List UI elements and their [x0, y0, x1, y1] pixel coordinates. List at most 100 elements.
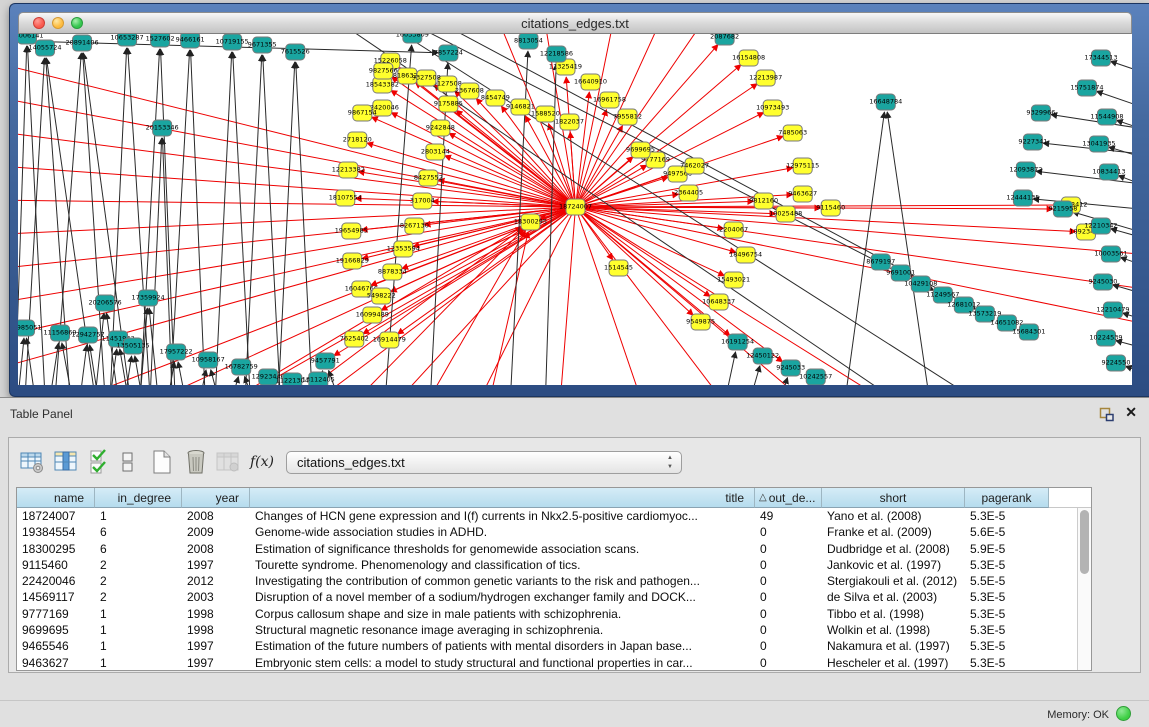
- delete-column-icon[interactable]: [213, 448, 243, 476]
- table-row[interactable]: 911546021997Tourette syndrome. Phenomeno…: [17, 557, 1091, 573]
- graph-node[interactable]: 15751874: [1070, 80, 1103, 96]
- table-cell: 2008: [182, 541, 250, 557]
- graph-edge: [26, 338, 35, 385]
- graph-node[interactable]: 8813054: [514, 34, 543, 49]
- graph-node[interactable]: 10003561: [1094, 246, 1127, 262]
- graph-node[interactable]: 9224550: [1102, 355, 1131, 371]
- table-cell: 5.3E-5: [965, 508, 1049, 524]
- graph-node[interactable]: 12975115: [786, 158, 819, 174]
- table-row[interactable]: 1938455462009Genome-wide association stu…: [17, 524, 1091, 540]
- graph-node[interactable]: 2087682: [710, 34, 739, 45]
- delete-table-icon[interactable]: [181, 448, 211, 476]
- graph-node[interactable]: 10224539: [1089, 330, 1122, 346]
- column-header-name[interactable]: name: [17, 488, 95, 508]
- graph-node[interactable]: 7485063: [778, 125, 807, 141]
- graph-node[interactable]: 10648337: [702, 294, 735, 310]
- table-cell: 9465546: [17, 638, 95, 654]
- column-header-in-degree[interactable]: in_degree: [95, 488, 182, 508]
- graph-node[interactable]: 17957222: [160, 344, 193, 360]
- close-panel-icon[interactable]: ✕: [1125, 404, 1137, 421]
- graph-node[interactable]: 16154808: [732, 50, 765, 66]
- graph-node[interactable]: 2718120: [343, 132, 372, 148]
- table-row[interactable]: 969969511998Structural magnetic resonanc…: [17, 622, 1091, 638]
- table-row[interactable]: 1456911722003Disruption of a novel membe…: [17, 589, 1091, 605]
- table-cell: 1998: [182, 606, 250, 622]
- unselect-rows-icon[interactable]: [117, 448, 139, 476]
- table-settings-icon[interactable]: [17, 448, 47, 476]
- graph-node[interactable]: 12942757: [72, 327, 105, 343]
- graph-node[interactable]: 10834413: [1092, 164, 1125, 180]
- table-scrollbar[interactable]: [1077, 508, 1091, 670]
- graph-node[interactable]: 20153346: [146, 120, 179, 136]
- graph-node[interactable]: 1514545: [604, 260, 633, 276]
- table-cell: 0: [755, 622, 822, 638]
- graph-node[interactable]: 14651082: [990, 315, 1023, 331]
- table-cell: 9463627: [17, 655, 95, 670]
- graph-node[interactable]: 10958167: [192, 352, 225, 368]
- graph-edge: [751, 366, 760, 385]
- graph-node[interactable]: 13041935: [1082, 136, 1115, 152]
- scrollbar-thumb[interactable]: [1080, 510, 1089, 574]
- graph-node[interactable]: 9671355: [248, 37, 277, 53]
- graph-node[interactable]: 16033809: [396, 34, 429, 43]
- graph-node[interactable]: 8878334: [378, 264, 407, 280]
- select-all-icon[interactable]: [85, 448, 115, 476]
- graph-node[interactable]: 16648784: [869, 94, 902, 110]
- graph-node[interactable]: 9227341: [1018, 134, 1047, 150]
- graph-node[interactable]: 12210479: [1096, 302, 1129, 318]
- graph-node[interactable]: 9329966: [1026, 105, 1055, 121]
- graph-node[interactable]: 9146821: [506, 99, 535, 115]
- network-window-titlebar[interactable]: citations_edges.txt: [18, 12, 1132, 34]
- table-row[interactable]: 977716911998Corpus callosum shape and si…: [17, 606, 1091, 622]
- graph-node[interactable]: 17359924: [132, 290, 165, 306]
- column-header-title[interactable]: title: [250, 488, 755, 508]
- column-header-short[interactable]: short: [822, 488, 965, 508]
- float-panel-icon[interactable]: [1099, 407, 1115, 422]
- table-cell: Tibbo et al. (1998): [822, 606, 965, 622]
- graph-node[interactable]: 2367608: [455, 83, 484, 99]
- column-header-pagerank[interactable]: pagerank: [965, 488, 1049, 508]
- graph-node[interactable]: 19654985: [335, 223, 368, 239]
- table-row[interactable]: 1830029562008Estimation of significance …: [17, 541, 1091, 557]
- graph-edge: [1125, 366, 1132, 375]
- graph-node[interactable]: 8454749: [481, 90, 510, 106]
- graph-node[interactable]: 317004: [410, 193, 435, 209]
- column-header-year[interactable]: year: [182, 488, 250, 508]
- table-cell: 0: [755, 606, 822, 622]
- table-row[interactable]: 1872400712008Changes of HCN gene express…: [17, 508, 1091, 524]
- graph-node[interactable]: 9245033: [776, 360, 805, 376]
- show-column-icon[interactable]: [51, 448, 81, 476]
- graph-edge: [576, 207, 1053, 209]
- table-selector[interactable]: citations_edges.txt ▲▼: [286, 451, 682, 474]
- graph-node[interactable]: 1822037: [555, 114, 584, 130]
- graph-node[interactable]: 2803144: [421, 144, 450, 160]
- graph-node[interactable]: 7615526: [281, 44, 310, 60]
- table-cell: Hescheler et al. (1997): [822, 655, 965, 670]
- table-row[interactable]: 946554611997Estimation of the future num…: [17, 638, 1091, 654]
- table-cell: 1997: [182, 638, 250, 654]
- function-builder-icon[interactable]: f(x): [247, 448, 277, 476]
- graph-edge: [576, 207, 783, 362]
- network-graph[interactable]: 1872400718300295185433829127508236760891…: [18, 34, 1132, 385]
- graph-node[interactable]: 11544908: [1090, 109, 1123, 125]
- graph-node[interactable]: 12444135: [1006, 190, 1039, 206]
- graph-node[interactable]: 2364405: [674, 185, 703, 201]
- graph-node[interactable]: 17344513: [1084, 50, 1117, 66]
- table-row[interactable]: 946362711997Embryonic stem cells: a mode…: [17, 655, 1091, 670]
- graph-node[interactable]: 11156869: [43, 325, 76, 341]
- graph-node[interactable]: 10242557: [799, 369, 832, 385]
- graph-node[interactable]: 2204067: [719, 222, 748, 238]
- new-table-icon[interactable]: [147, 448, 177, 476]
- graph-node[interactable]: 15684301: [1012, 324, 1045, 340]
- table-cell: Disruption of a novel member of a sodium…: [250, 589, 755, 605]
- graph-node[interactable]: 16782759: [225, 359, 258, 375]
- column-header-out-de[interactable]: △out_de...: [755, 488, 822, 508]
- network-view[interactable]: 1872400718300295185433829127508236760891…: [18, 34, 1132, 385]
- graph-node[interactable]: 12213987: [749, 70, 782, 86]
- graph-node[interactable]: 9463627: [788, 186, 817, 202]
- graph-node[interactable]: 16914479: [373, 332, 406, 348]
- graph-node[interactable]: 9127508: [433, 76, 462, 92]
- table-row[interactable]: 2242004622012Investigating the contribut…: [17, 573, 1091, 589]
- graph-node[interactable]: 12093872: [1009, 162, 1042, 178]
- graph-edge: [1043, 143, 1132, 155]
